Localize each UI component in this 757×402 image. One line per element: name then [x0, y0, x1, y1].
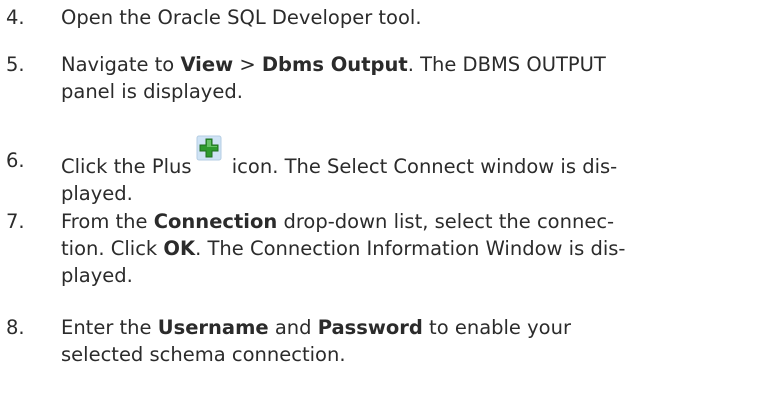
step-number: 4. — [6, 6, 25, 29]
step-6-text: Click the Plus — [61, 155, 192, 178]
step-text: Open the Oracle SQL Developer tool. — [61, 4, 731, 31]
connection-label: Connection — [153, 210, 278, 233]
step-8-text: Enter the — [61, 316, 158, 339]
step-7-text: . The Connection Information Window is d… — [195, 237, 626, 260]
step-text: Click the Plus icon. The Select Connect … — [61, 135, 731, 207]
step-8-text: to enable your — [422, 316, 571, 339]
step-number: 5. — [6, 53, 25, 76]
username-label: Username — [157, 316, 269, 339]
menu-separator: > — [233, 53, 262, 76]
step-5-text: Navigate to — [61, 53, 181, 76]
step-7-text: From the — [61, 210, 154, 233]
password-label: Password — [317, 316, 423, 339]
step-4-text: Open the Oracle SQL Developer tool. — [61, 6, 422, 29]
menu-dbms-output: Dbms Output — [261, 53, 408, 76]
step-8-text: and — [268, 316, 318, 339]
ok-label: OK — [163, 237, 196, 260]
step-text: From the Connection drop-down list, sele… — [61, 208, 731, 289]
step-7-text: tion. Click — [61, 237, 164, 260]
step-text: Navigate to View > Dbms Output. The DBMS… — [61, 51, 731, 105]
menu-view: View — [180, 53, 234, 76]
step-6-text: icon. The Select Connect window is dis- — [225, 155, 618, 178]
step-number: 7. — [6, 210, 25, 233]
step-number: 6. — [6, 149, 25, 172]
step-6-text: played. — [61, 182, 133, 205]
plus-icon — [196, 135, 224, 175]
step-7-text: drop-down list, select the connec- — [277, 210, 615, 233]
procedure-steps: 4. Open the Oracle SQL Developer tool. 5… — [0, 0, 757, 402]
step-5-text: . The DBMS OUTPUT — [407, 53, 606, 76]
step-7-text: played. — [61, 264, 133, 287]
step-number: 8. — [6, 316, 25, 339]
step-8-text: selected schema connection. — [61, 343, 346, 366]
step-5-text: panel is displayed. — [61, 80, 243, 103]
step-text: Enter the Username and Password to enabl… — [61, 314, 731, 368]
